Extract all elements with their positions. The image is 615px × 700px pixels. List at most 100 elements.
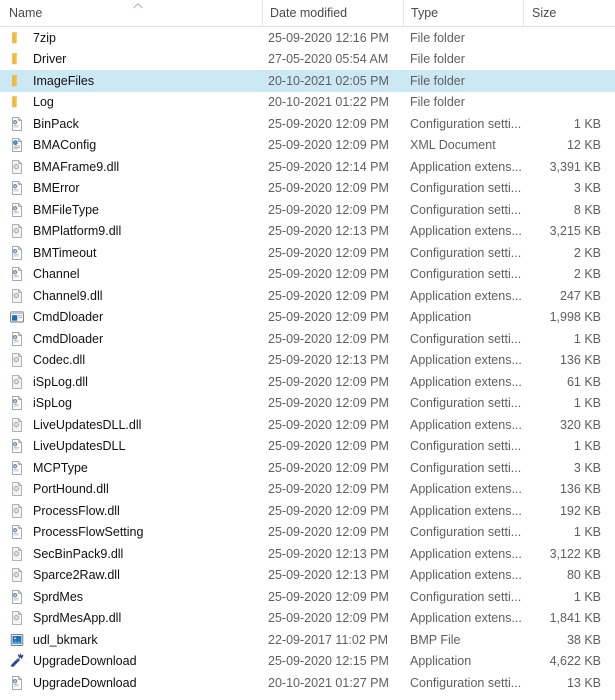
- file-list-row[interactable]: SecBinPack9.dll 25-09-2020 12:13 PM Applic…: [0, 543, 615, 565]
- file-name-label: Channel9.dll: [33, 288, 103, 303]
- file-type-cell: Configuration setti...: [410, 181, 522, 196]
- dll-file-icon: [9, 159, 25, 175]
- file-list-row[interactable]: BMPlatform9.dll 25-09-2020 12:13 PM Applic…: [0, 221, 615, 243]
- upgrade-app-icon: [9, 653, 25, 669]
- file-list-row[interactable]: BMTimeout 25-09-2020 12:09 PM Configuratio…: [0, 242, 615, 264]
- file-size-cell: 13 KB: [566, 675, 601, 690]
- file-date-modified-cell: 25-09-2020 12:09 PM: [268, 525, 389, 540]
- file-size-cell: 192 KB: [559, 503, 601, 518]
- file-size-cell: 1 KB: [573, 589, 601, 604]
- file-type-cell: Configuration setti...: [410, 460, 522, 475]
- file-list-row[interactable]: BMAFrame9.dll 25-09-2020 12:14 PM Applicat…: [0, 156, 615, 178]
- file-list-row[interactable]: Channel 25-09-2020 12:09 PM Configuration …: [0, 264, 615, 286]
- dll-file-icon: [9, 610, 25, 626]
- column-header-row: Name Date modified Type Size: [0, 0, 615, 27]
- file-list-row[interactable]: ImageFiles 20-10-2021 02:05 PM File folder: [0, 70, 615, 92]
- application-icon: [9, 309, 25, 325]
- file-date-modified-cell: 20-10-2021 01:27 PM: [268, 675, 389, 690]
- file-date-modified-cell: 25-09-2020 12:09 PM: [268, 116, 389, 131]
- file-name-cell: BMError: [0, 180, 258, 196]
- file-list-row[interactable]: 7zip 25-09-2020 12:16 PM File folder: [0, 27, 615, 49]
- column-header-type-label: Type: [411, 6, 439, 20]
- file-list-row[interactable]: Sparce2Raw.dll 25-09-2020 12:13 PM Applica…: [0, 565, 615, 587]
- file-name-cell: Sparce2Raw.dll: [0, 567, 258, 583]
- file-list-row[interactable]: iSpLog 25-09-2020 12:09 PM Configuration s…: [0, 393, 615, 415]
- file-list-row[interactable]: LiveUpdatesDLL.dll 25-09-2020 12:09 PM App…: [0, 414, 615, 436]
- file-name-label: MCPType: [33, 460, 88, 475]
- config-file-icon: [9, 331, 25, 347]
- file-size-cell: 3 KB: [573, 460, 601, 475]
- dll-file-icon: [9, 288, 25, 304]
- file-name-label: iSpLog.dll: [33, 374, 88, 389]
- file-list-row[interactable]: Channel9.dll 25-09-2020 12:09 PM Applicati…: [0, 285, 615, 307]
- file-list-row[interactable]: CmdDloader 25-09-2020 12:09 PM Configurati…: [0, 328, 615, 350]
- file-name-cell: SecBinPack9.dll: [0, 546, 258, 562]
- file-list-row[interactable]: SprdMesApp.dll 25-09-2020 12:09 PM Applica…: [0, 608, 615, 630]
- file-type-cell: Application extens...: [410, 482, 522, 497]
- file-type-cell: Application extens...: [410, 417, 522, 432]
- file-list-row[interactable]: BMError 25-09-2020 12:09 PM Configuration …: [0, 178, 615, 200]
- file-name-label: 7zip: [33, 30, 56, 45]
- file-date-modified-cell: 25-09-2020 12:09 PM: [268, 417, 389, 432]
- file-size-cell: 1 KB: [573, 116, 601, 131]
- file-list-row[interactable]: Driver 27-05-2020 05:54 AM File folder: [0, 49, 615, 71]
- file-list-row[interactable]: MCPType 25-09-2020 12:09 PM Configuration …: [0, 457, 615, 479]
- file-list-row[interactable]: ProcessFlowSetting 25-09-2020 12:09 PM Con…: [0, 522, 615, 544]
- file-list-row[interactable]: Codec.dll 25-09-2020 12:13 PM Application …: [0, 350, 615, 372]
- file-type-cell: Configuration setti...: [410, 331, 522, 346]
- file-type-cell: Configuration setti...: [410, 589, 522, 604]
- file-date-modified-cell: 25-09-2020 12:09 PM: [268, 482, 389, 497]
- column-header-name[interactable]: Name: [0, 0, 262, 26]
- file-type-cell: Application extens...: [410, 159, 522, 174]
- dll-file-icon: [9, 481, 25, 497]
- file-date-modified-cell: 25-09-2020 12:09 PM: [268, 439, 389, 454]
- file-list-row[interactable]: BinPack 25-09-2020 12:09 PM Configuration …: [0, 113, 615, 135]
- file-list-row[interactable]: PortHound.dll 25-09-2020 12:09 PM Applicat…: [0, 479, 615, 501]
- file-list-row[interactable]: BMAConfig 25-09-2020 12:09 PM XML Document…: [0, 135, 615, 157]
- file-date-modified-cell: 25-09-2020 12:13 PM: [268, 546, 389, 561]
- file-date-modified-cell: 25-09-2020 12:09 PM: [268, 396, 389, 411]
- file-name-cell: SprdMes: [0, 589, 258, 605]
- file-list-row[interactable]: UpgradeDownload 20-10-2021 01:27 PM Config…: [0, 672, 615, 694]
- file-date-modified-cell: 25-09-2020 12:13 PM: [268, 353, 389, 368]
- file-list-row[interactable]: udl_bkmark 22-09-2017 11:02 PM BMP File 38 …: [0, 629, 615, 651]
- file-size-cell: 1 KB: [573, 396, 601, 411]
- file-list-row[interactable]: iSpLog.dll 25-09-2020 12:09 PM Application…: [0, 371, 615, 393]
- file-name-cell: LiveUpdatesDLL: [0, 438, 258, 454]
- file-name-label: SprdMes: [33, 589, 84, 604]
- file-size-cell: 4,622 KB: [549, 654, 601, 669]
- config-file-icon: [9, 245, 25, 261]
- file-list-row[interactable]: CmdDloader 25-09-2020 12:09 PM Application…: [0, 307, 615, 329]
- file-list-row[interactable]: BMFileType 25-09-2020 12:09 PM Configurati…: [0, 199, 615, 221]
- file-name-cell: BMPlatform9.dll: [0, 223, 258, 239]
- file-type-cell: File folder: [410, 30, 465, 45]
- file-type-cell: Application extens...: [410, 546, 522, 561]
- file-type-cell: File folder: [410, 52, 465, 67]
- file-name-cell: LiveUpdatesDLL.dll: [0, 417, 258, 433]
- dll-file-icon: [9, 223, 25, 239]
- file-list-row[interactable]: LiveUpdatesDLL 25-09-2020 12:09 PM Configu…: [0, 436, 615, 458]
- file-list-row[interactable]: SprdMes 25-09-2020 12:09 PM Configuration …: [0, 586, 615, 608]
- file-name-label: CmdDloader: [33, 310, 104, 325]
- file-date-modified-cell: 20-10-2021 01:22 PM: [268, 95, 389, 110]
- column-header-size[interactable]: Size: [523, 0, 615, 26]
- config-file-icon: [9, 116, 25, 132]
- file-list-row[interactable]: Log 20-10-2021 01:22 PM File folder: [0, 92, 615, 114]
- file-name-label: BinPack: [33, 116, 79, 131]
- file-size-cell: 247 KB: [559, 288, 601, 303]
- file-list-row[interactable]: UpgradeDownload 25-09-2020 12:15 PM Applic…: [0, 651, 615, 673]
- file-name-cell: 7zip: [0, 30, 258, 46]
- file-list-row[interactable]: ProcessFlow.dll 25-09-2020 12:09 PM Applic…: [0, 500, 615, 522]
- dll-file-icon: [9, 546, 25, 562]
- file-name-cell: ProcessFlow.dll: [0, 503, 258, 519]
- file-size-cell: 2 KB: [573, 267, 601, 282]
- file-name-cell: PortHound.dll: [0, 481, 258, 497]
- column-header-type[interactable]: Type: [403, 0, 523, 26]
- column-header-date-modified[interactable]: Date modified: [262, 0, 403, 26]
- file-date-modified-cell: 25-09-2020 12:13 PM: [268, 224, 389, 239]
- file-date-modified-cell: 27-05-2020 05:54 AM: [268, 52, 389, 67]
- file-name-label: BMFileType: [33, 202, 99, 217]
- file-date-modified-cell: 25-09-2020 12:09 PM: [268, 589, 389, 604]
- file-name-cell: BMTimeout: [0, 245, 258, 261]
- file-name-cell: BMAConfig: [0, 137, 258, 153]
